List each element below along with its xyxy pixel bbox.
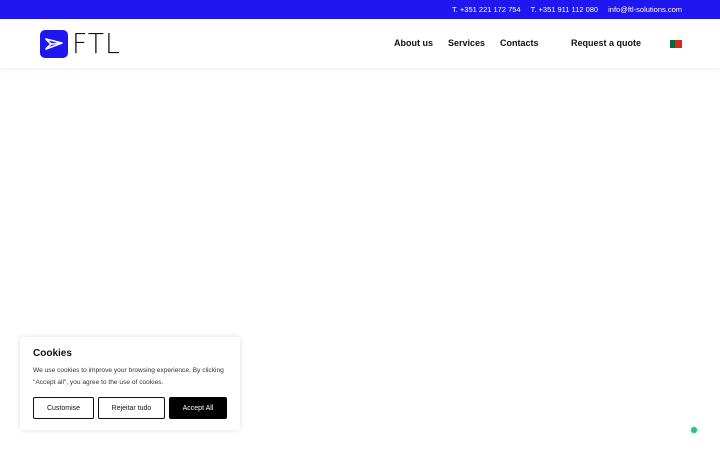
logo-wordmark: FTL [72,27,121,60]
top-contact-bar: T. +351 221 172 754 T. +351 911 112 080 … [0,0,720,19]
phone-link-1[interactable]: T. +351 221 172 754 [452,5,521,14]
online-dot-icon[interactable] [691,427,697,433]
site-header: FTL About us Services Contacts Request a… [0,19,720,68]
reject-all-button[interactable]: Rejeitar tudo [98,397,165,419]
accept-all-button[interactable]: Accept All [169,397,227,419]
paper-plane-icon [40,30,68,58]
phone-link-2[interactable]: T. +351 911 112 080 [531,5,599,14]
contact-links: T. +351 221 172 754 T. +351 911 112 080 … [452,0,682,19]
nav-contacts[interactable]: Contacts [500,38,539,51]
nav-services[interactable]: Services [448,38,485,51]
nav-request-quote[interactable]: Request a quote [571,38,641,51]
ftl-logo[interactable]: FTL [40,30,123,58]
cookie-title: Cookies [33,348,72,359]
email-link[interactable]: info@ftl-solutions.com [608,5,682,14]
cookie-description: We use cookies to improve your browsing … [33,367,224,386]
customise-button[interactable]: Customise [33,397,94,419]
portugal-flag-icon[interactable] [670,40,682,48]
cookie-banner: Cookies We use cookies to improve your b… [20,337,240,430]
nav-about-us[interactable]: About us [394,38,433,51]
